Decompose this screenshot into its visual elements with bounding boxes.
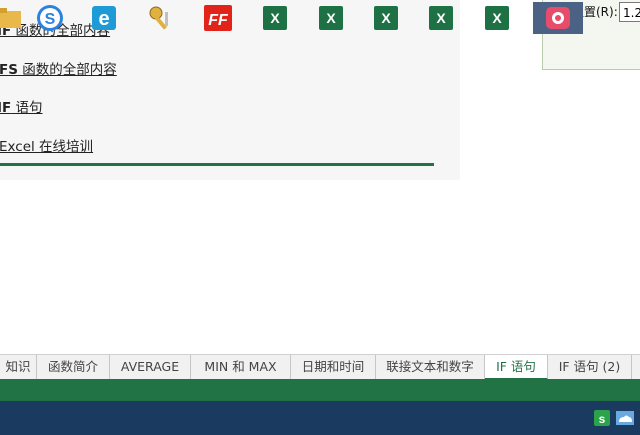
excel-icon[interactable]: X	[474, 2, 520, 34]
excel-icon[interactable]: X	[418, 2, 464, 34]
accent-divider	[0, 163, 434, 166]
sheet-tab-min-max[interactable]: MIN 和 MAX	[191, 355, 291, 379]
taskbar	[0, 401, 640, 435]
sheet-tab-knowledge[interactable]: 知识	[0, 355, 37, 379]
svg-text:e: e	[98, 8, 109, 30]
ifs-function-link[interactable]: IFS 函数的全部内容	[0, 58, 117, 78]
if-statement-link[interactable]: IF 语句	[0, 96, 43, 116]
svg-text:s: s	[599, 412, 606, 426]
sogou-input-icon[interactable]: s	[592, 405, 612, 431]
internet-explorer-icon[interactable]: e	[81, 2, 127, 34]
onedrive-icon[interactable]	[614, 405, 636, 431]
sogou-icon[interactable]: S	[27, 2, 73, 34]
sheet-tab-average[interactable]: AVERAGE	[110, 355, 191, 379]
excel-training-link[interactable]: Excel 在线培训	[0, 135, 93, 155]
foxit-reader-icon[interactable]: FF	[195, 2, 241, 34]
svg-text:S: S	[45, 11, 56, 28]
sheet-tab-if-statement-2[interactable]: IF 语句 (2)	[548, 355, 632, 379]
sheet-tab-bar: 知识 函数简介 AVERAGE MIN 和 MAX 日期和时间 联接文本和数字 …	[0, 354, 640, 380]
reference-input[interactable]: 1.2	[619, 2, 640, 22]
excel-icon[interactable]: X	[252, 2, 298, 34]
screen-recorder-icon[interactable]	[533, 2, 583, 34]
status-bar	[0, 379, 640, 401]
excel-icon[interactable]: X	[308, 2, 354, 34]
sheet-tab-date-time[interactable]: 日期和时间	[291, 355, 376, 379]
sheet-tab-if-statement[interactable]: IF 语句	[485, 355, 548, 380]
svg-text:FF: FF	[208, 12, 229, 29]
keys-icon[interactable]	[138, 2, 184, 34]
sheet-tab-join-text[interactable]: 联接文本和数字	[376, 355, 485, 379]
sheet-tab-function-intro[interactable]: 函数简介	[37, 355, 110, 379]
excel-icon[interactable]: X	[363, 2, 409, 34]
